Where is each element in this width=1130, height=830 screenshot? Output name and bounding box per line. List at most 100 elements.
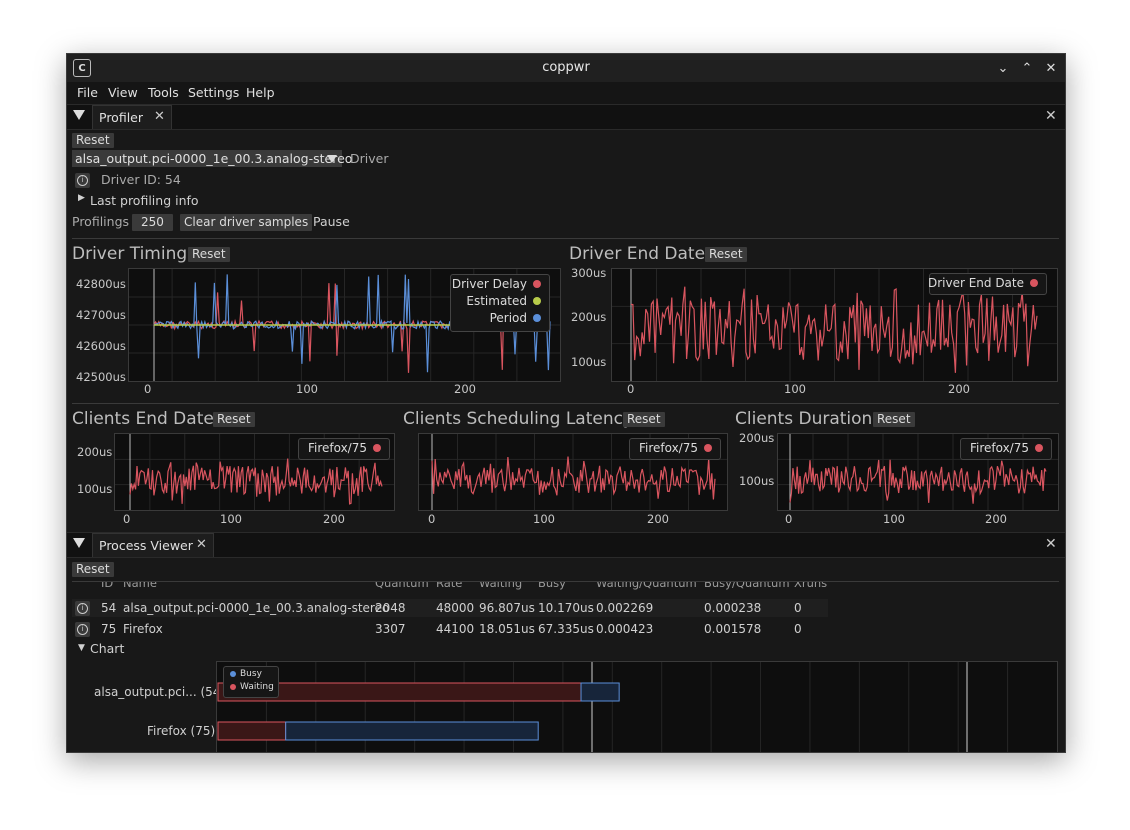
column-header[interactable]: ID [101, 582, 113, 590]
profilings-label: Profilings [72, 214, 130, 229]
close-window-icon[interactable]: ✕ [1041, 58, 1061, 78]
y-tick: 100us [571, 355, 607, 369]
title-bar: C coppwr ⌄ ⌃ ✕ [67, 54, 1065, 82]
driver-select[interactable]: alsa_output.pci-0000_1e_00.3.analog-ster… [72, 150, 352, 167]
table-cell: 0.000423 [596, 622, 654, 636]
table-cell: 44100 [436, 622, 475, 636]
y-tick: 300us [571, 266, 607, 280]
clients-duration-reset-button[interactable]: Reset [873, 412, 915, 427]
expand-triangle-icon[interactable]: ▶ [78, 193, 85, 203]
process-chart-plot[interactable]: Busy Waiting [216, 661, 1058, 752]
info-icon[interactable]: i [75, 601, 90, 616]
tab-profiler[interactable]: Profiler ✕ [92, 105, 172, 129]
profilings-value[interactable]: 250 [132, 214, 173, 231]
table-cell: 67.335us [538, 622, 594, 636]
column-header[interactable]: Rate [436, 582, 462, 590]
process-viewer-reset-button[interactable]: Reset [72, 562, 114, 577]
legend-entry: Firefox/75 [970, 441, 1043, 455]
table-cell: Firefox [123, 622, 163, 636]
busy-bar [285, 721, 539, 741]
pause-button[interactable]: Pause [313, 214, 350, 229]
column-header[interactable]: Quantum [375, 582, 429, 590]
profiler-reset-button[interactable]: Reset [72, 133, 114, 148]
y-tick: 100us [739, 474, 775, 488]
x-tick: 200 [323, 512, 345, 526]
table-cell: 0.001578 [704, 622, 762, 636]
collapse-triangle-icon[interactable] [73, 538, 85, 548]
menu-file[interactable]: File [77, 85, 98, 100]
driver-timing-plot[interactable]: Driver Delay Estimated Period [128, 268, 561, 382]
process-chart-svg [217, 662, 1009, 752]
x-tick: 100 [220, 512, 242, 526]
info-icon[interactable]: i [75, 622, 90, 637]
collapse-chart-icon[interactable]: ▼ [78, 643, 85, 653]
table-cell: 0 [794, 601, 802, 615]
driver-id: Driver ID: 54 [101, 172, 181, 187]
y-tick: 42600us [76, 339, 126, 353]
legend-entry: Driver End Date [928, 276, 1038, 290]
clients-sched-reset-button[interactable]: Reset [623, 412, 665, 427]
collapse-triangle-icon[interactable] [73, 110, 85, 120]
menu-view[interactable]: View [108, 85, 138, 100]
table-cell: 0.002269 [596, 601, 654, 615]
x-tick: 0 [627, 382, 635, 396]
clients-end-date-line [129, 458, 383, 505]
table-cell: 48000 [436, 601, 475, 615]
info-icon[interactable]: i [75, 173, 90, 188]
busy-bar [580, 682, 620, 702]
x-tick: 0 [123, 512, 131, 526]
x-tick: 100 [883, 512, 905, 526]
menu-tools[interactable]: Tools [148, 85, 179, 100]
clear-driver-samples-button[interactable]: Clear driver samples [180, 214, 313, 231]
table-cell: 10.170us [538, 601, 594, 615]
driver-end-date-plot[interactable]: Driver End Date [611, 268, 1058, 382]
legend-entry: Driver Delay [452, 277, 541, 291]
clients-end-date-plot[interactable]: Firefox/75 [114, 433, 395, 511]
plot-legend: Firefox/75 [629, 438, 721, 460]
x-tick: 200 [948, 382, 970, 396]
y-tick: 200us [571, 310, 607, 324]
close-tab-icon[interactable]: ✕ [196, 537, 207, 552]
table-cell: 96.807us [479, 601, 535, 615]
legend-entry: Busy [230, 669, 262, 679]
x-tick: 100 [296, 382, 318, 396]
close-panel-icon[interactable]: ✕ [1045, 536, 1057, 552]
chart-toggle[interactable]: Chart [90, 641, 124, 656]
waiting-bar [217, 721, 287, 741]
y-tick: 200us [77, 445, 113, 459]
x-tick: 0 [785, 512, 793, 526]
close-tab-icon[interactable]: ✕ [154, 109, 165, 124]
clients-duration-plot[interactable]: Firefox/75 [777, 433, 1059, 511]
app-window: C coppwr ⌄ ⌃ ✕ File View Tools Settings … [66, 53, 1066, 753]
column-header[interactable]: Waiting [479, 582, 522, 590]
process-viewer-tab-bar: Process Viewer ✕ ✕ [67, 532, 1065, 558]
divider [72, 238, 1059, 239]
driver-end-date-reset-button[interactable]: Reset [705, 247, 747, 262]
tab-profiler-label: Profiler [99, 110, 144, 125]
x-tick: 0 [144, 382, 152, 396]
column-header[interactable]: Busy/Quantum [704, 582, 790, 590]
menu-settings[interactable]: Settings [188, 85, 239, 100]
table-cell: 0 [794, 622, 802, 636]
column-header[interactable]: Busy [538, 582, 566, 590]
last-profiling-toggle[interactable]: Last profiling info [90, 193, 199, 208]
driver-select-value: alsa_output.pci-0000_1e_00.3.analog-ster… [75, 151, 353, 166]
clients-end-date-reset-button[interactable]: Reset [213, 412, 255, 427]
menu-bar: File View Tools Settings Help [67, 82, 1065, 104]
column-header[interactable]: Waiting/Quantum [596, 582, 697, 590]
menu-help[interactable]: Help [246, 85, 275, 100]
plot-legend: Firefox/75 [960, 438, 1052, 460]
chevron-down-icon [327, 155, 337, 163]
maximize-icon[interactable]: ⌃ [1017, 58, 1037, 78]
column-header[interactable]: Xruns [794, 582, 827, 590]
close-panel-icon[interactable]: ✕ [1045, 108, 1057, 124]
driver-timing-reset-button[interactable]: Reset [188, 247, 230, 262]
chart-row-label: Firefox (75) [147, 724, 216, 738]
clients-sched-plot[interactable]: Firefox/75 [418, 433, 728, 511]
profiler-tab-bar: Profiler ✕ ✕ [67, 104, 1065, 130]
y-tick: 200us [739, 431, 775, 445]
tab-process-viewer[interactable]: Process Viewer ✕ [92, 533, 214, 557]
minimize-icon[interactable]: ⌄ [993, 58, 1013, 78]
column-header[interactable]: Name [123, 582, 157, 590]
process-table: ID Name Quantum Rate Waiting Busy Waitin… [67, 582, 1065, 638]
